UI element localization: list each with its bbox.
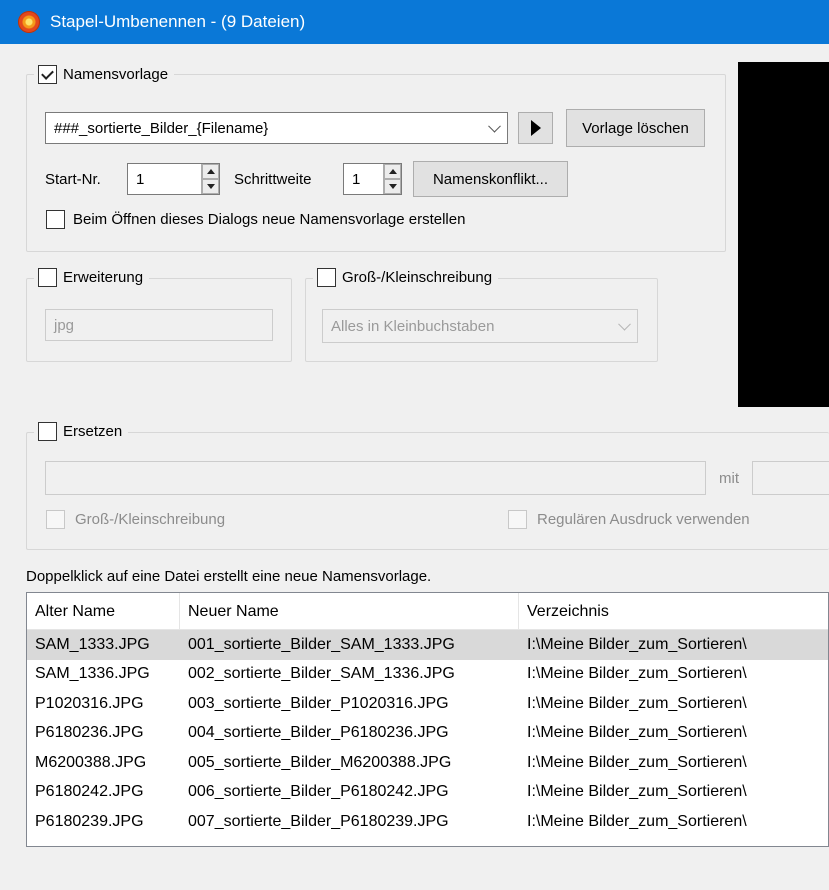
- file-list-header: Alter Name Neuer Name Verzeichnis: [27, 593, 828, 630]
- new-name-cell: 005_sortierte_Bilder_M6200388.JPG: [188, 753, 452, 771]
- delete-template-label: Vorlage löschen: [582, 119, 689, 137]
- directory-cell: I:\Meine Bilder_zum_Sortieren\: [527, 665, 747, 683]
- double-click-hint: Doppelklick auf eine Datei erstellt eine…: [26, 568, 432, 585]
- start-number-down-button[interactable]: [202, 179, 219, 194]
- new-name-cell: 002_sortierte_Bilder_SAM_1336.JPG: [188, 665, 455, 683]
- delete-template-button[interactable]: Vorlage löschen: [566, 109, 705, 147]
- directory-cell: I:\Meine Bilder_zum_Sortieren\: [527, 724, 747, 742]
- table-row[interactable]: P6180242.JPG 006_sortierte_Bilder_P61802…: [27, 778, 828, 808]
- start-number-up-button[interactable]: [202, 164, 219, 179]
- new-name-cell: 006_sortierte_Bilder_P6180242.JPG: [188, 783, 449, 801]
- regex-checkbox[interactable]: [508, 510, 527, 529]
- case-label: Groß-/Kleinschreibung: [342, 268, 493, 286]
- replace-legend: Ersetzen: [34, 420, 129, 442]
- case-checkbox[interactable]: [317, 267, 336, 287]
- template-value: ###_sortierte_Bilder_{Filename}: [54, 119, 269, 137]
- directory-cell: I:\Meine Bilder_zum_Sortieren\: [527, 635, 747, 653]
- start-number-label: Start-Nr.: [45, 171, 101, 188]
- table-row[interactable]: P1020316.JPG 003_sortierte_Bilder_P10203…: [27, 689, 828, 719]
- old-name-cell: M6200388.JPG: [35, 753, 147, 771]
- extension-value: jpg: [54, 316, 75, 334]
- column-header-directory[interactable]: Verzeichnis: [519, 593, 828, 630]
- case-select[interactable]: Alles in Kleinbuchstaben: [322, 309, 638, 343]
- table-row[interactable]: P6180239.JPG 007_sortierte_Bilder_P61802…: [27, 807, 828, 837]
- case-selected-value: Alles in Kleinbuchstaben: [331, 317, 495, 335]
- with-label: mit: [719, 470, 739, 487]
- case-legend: Groß-/Kleinschreibung: [313, 266, 499, 288]
- replace-label: Ersetzen: [63, 422, 123, 440]
- window-title: Stapel-Umbenennen - (9 Dateien): [50, 12, 306, 31]
- step-label: Schrittweite: [234, 171, 312, 188]
- new-name-cell: 001_sortierte_Bilder_SAM_1333.JPG: [188, 635, 455, 653]
- replace-with-input[interactable]: [752, 461, 829, 495]
- file-list[interactable]: Alter Name Neuer Name Verzeichnis SAM_13…: [26, 592, 829, 847]
- play-triangle-icon: [530, 120, 541, 136]
- table-row[interactable]: SAM_1333.JPG 001_sortierte_Bilder_SAM_13…: [27, 630, 828, 660]
- name-template-label: Namensvorlage: [63, 65, 169, 83]
- title-bar[interactable]: Stapel-Umbenennen - (9 Dateien): [0, 0, 829, 44]
- directory-cell: I:\Meine Bilder_zum_Sortieren\: [527, 812, 747, 830]
- app-flower-icon: [18, 11, 40, 33]
- column-header-new-name[interactable]: Neuer Name: [180, 593, 519, 630]
- new-name-cell: 004_sortierte_Bilder_P6180236.JPG: [188, 724, 449, 742]
- replace-search-input[interactable]: [45, 461, 706, 495]
- name-conflict-button[interactable]: Namenskonflikt...: [413, 161, 568, 197]
- directory-cell: I:\Meine Bilder_zum_Sortieren\: [527, 783, 747, 801]
- start-number-value: 1: [136, 170, 145, 188]
- name-template-checkbox[interactable]: [38, 64, 57, 84]
- regex-label: Regulären Ausdruck verwenden: [537, 511, 750, 528]
- new-on-open-option[interactable]: Beim Öffnen dieses Dialogs neue Namensvo…: [46, 210, 465, 229]
- replace-checkbox[interactable]: [38, 421, 57, 441]
- image-preview: [738, 62, 829, 407]
- checkmark-icon: [41, 66, 54, 80]
- arrow-up-icon: [388, 169, 397, 174]
- new-name-cell: 003_sortierte_Bilder_P1020316.JPG: [188, 694, 449, 712]
- new-name-cell: 007_sortierte_Bilder_P6180239.JPG: [188, 812, 449, 830]
- name-conflict-label: Namenskonflikt...: [432, 170, 549, 188]
- directory-cell: I:\Meine Bilder_zum_Sortieren\: [527, 753, 747, 771]
- replace-case-label: Groß-/Kleinschreibung: [75, 511, 226, 528]
- extension-label: Erweiterung: [63, 268, 144, 286]
- extension-legend: Erweiterung: [34, 266, 150, 288]
- chevron-down-icon: [618, 317, 631, 331]
- table-row[interactable]: P6180236.JPG 004_sortierte_Bilder_P61802…: [27, 719, 828, 749]
- extension-checkbox[interactable]: [38, 267, 57, 287]
- old-name-cell: SAM_1333.JPG: [35, 635, 150, 653]
- replace-case-option[interactable]: Groß-/Kleinschreibung: [46, 510, 225, 529]
- name-template-legend: Namensvorlage: [34, 63, 175, 85]
- replace-case-checkbox[interactable]: [46, 510, 65, 529]
- regex-option[interactable]: Regulären Ausdruck verwenden: [508, 510, 750, 529]
- old-name-cell: P6180242.JPG: [35, 783, 144, 801]
- old-name-cell: SAM_1336.JPG: [35, 665, 150, 683]
- arrow-down-icon: [388, 184, 397, 189]
- directory-cell: I:\Meine Bilder_zum_Sortieren\: [527, 694, 747, 712]
- step-up-button[interactable]: [384, 164, 401, 179]
- extension-input[interactable]: jpg: [45, 309, 273, 341]
- arrow-up-icon: [206, 169, 215, 174]
- step-spinner[interactable]: [383, 164, 401, 194]
- step-down-button[interactable]: [384, 179, 401, 194]
- new-on-open-label: Beim Öffnen dieses Dialogs neue Namensvo…: [73, 211, 466, 228]
- table-row[interactable]: SAM_1336.JPG 002_sortierte_Bilder_SAM_13…: [27, 660, 828, 690]
- start-number-spinner[interactable]: [201, 164, 219, 194]
- new-on-open-checkbox[interactable]: [46, 210, 65, 229]
- insert-placeholder-button[interactable]: [518, 112, 553, 144]
- old-name-cell: P1020316.JPG: [35, 694, 144, 712]
- table-row[interactable]: M6200388.JPG 005_sortierte_Bilder_M62003…: [27, 748, 828, 778]
- old-name-cell: P6180239.JPG: [35, 812, 144, 830]
- arrow-down-icon: [206, 184, 215, 189]
- step-value: 1: [352, 170, 361, 188]
- old-name-cell: P6180236.JPG: [35, 724, 144, 742]
- column-header-old-name[interactable]: Alter Name: [27, 593, 180, 630]
- template-combobox[interactable]: ###_sortierte_Bilder_{Filename}: [45, 112, 508, 144]
- chevron-down-icon: [488, 119, 501, 133]
